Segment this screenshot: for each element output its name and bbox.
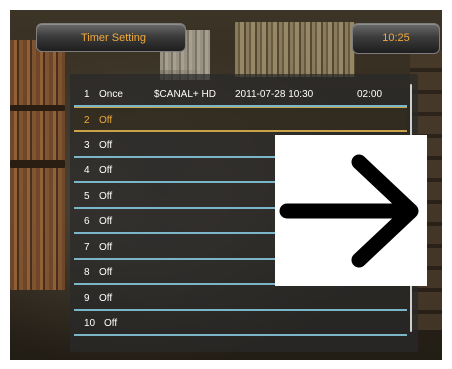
- timer-mode: Off: [99, 293, 113, 304]
- timer-number: 5: [84, 191, 90, 202]
- menu-title-bar: Timer Setting: [36, 23, 186, 52]
- timer-number: 3: [84, 140, 90, 151]
- background-books-top: [235, 22, 355, 77]
- timer-row-1[interactable]: 1 Once $CANAL+ HD 2011-07-28 10:30 02:00: [74, 82, 407, 107]
- timer-mode: Off: [99, 242, 113, 253]
- menu-title: Timer Setting: [81, 32, 147, 44]
- timer-duration: 02:00: [357, 89, 383, 100]
- timer-number: 1: [84, 89, 90, 100]
- timer-mode: Once: [99, 89, 123, 100]
- clock-bar: 10:25: [352, 23, 440, 54]
- timer-mode: Off: [99, 191, 113, 202]
- timer-number: 4: [84, 165, 90, 176]
- timer-number: 10: [84, 318, 96, 329]
- timer-mode: Off: [99, 140, 113, 151]
- timer-number: 7: [84, 242, 90, 253]
- background-shelf-band: [10, 105, 65, 111]
- timer-number: 9: [84, 293, 90, 304]
- timer-row-10[interactable]: 10 Off: [74, 311, 407, 336]
- timer-mode: Off: [99, 165, 113, 176]
- timer-mode: Off: [99, 216, 113, 227]
- background-shelf-band: [10, 160, 65, 168]
- timer-number: 6: [84, 216, 90, 227]
- timer-number: 2: [84, 115, 90, 126]
- timer-mode: Off: [99, 267, 113, 278]
- timer-channel: $CANAL+ HD: [154, 89, 216, 100]
- right-arrow-icon: [275, 135, 427, 286]
- timer-mode: Off: [104, 318, 118, 329]
- timer-row-2[interactable]: 2 Off: [74, 107, 407, 132]
- timer-row-9[interactable]: 9 Off: [74, 286, 407, 311]
- timer-date-time: 2011-07-28 10:30: [235, 89, 314, 100]
- timer-number: 8: [84, 267, 90, 278]
- timer-mode: Off: [99, 115, 113, 126]
- clock-time: 10:25: [382, 32, 410, 44]
